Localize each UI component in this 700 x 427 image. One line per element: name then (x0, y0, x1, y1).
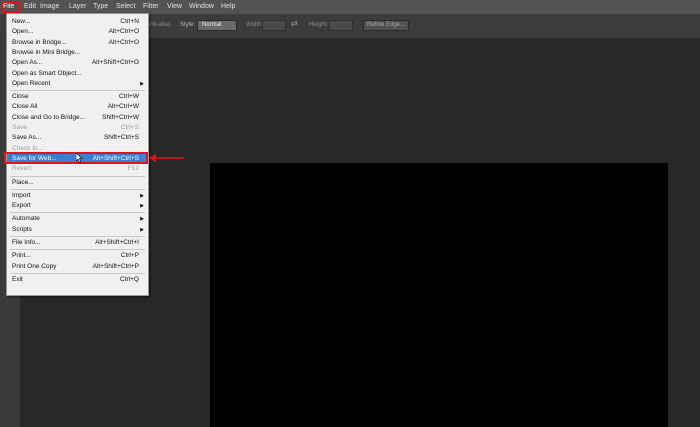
menu-item-automate[interactable]: Automate ▶ (7, 214, 148, 224)
height-label: Height: (309, 22, 329, 28)
menu-item-label: File Info... (12, 239, 41, 246)
submenu-arrow-icon: ▶ (140, 216, 144, 223)
menu-item-scripts[interactable]: Scripts ▶ (7, 225, 148, 235)
style-label: Style: (180, 22, 196, 28)
menu-item-save-as[interactable]: Save As... Shift+Ctrl+S (7, 133, 148, 143)
refine-edge-button[interactable]: Refine Edge... (363, 20, 409, 31)
style-value: Normal (202, 22, 222, 28)
menu-item-label: Close All (12, 103, 38, 111)
menu-item-file-info[interactable]: File Info... Alt+Shift+Ctrl+I (7, 238, 148, 248)
menu-item-shortcut: Alt+Shift+Ctrl+P (92, 262, 139, 270)
menu-item-label: Open As... (12, 59, 43, 67)
menu-item-label: Export (12, 202, 31, 210)
menu-item-label: Save As... (12, 134, 42, 142)
file-menu-annotation-box (1, 1, 20, 13)
annotation-arrow-icon (149, 153, 185, 165)
menu-item-import[interactable]: Import ▶ (7, 191, 148, 201)
menu-item-label: Revert (12, 165, 32, 173)
menu-item-label: Browse in Mini Bridge... (12, 48, 81, 56)
menu-item-label: Place... (12, 178, 34, 186)
menu-filter[interactable]: Filter (141, 0, 161, 14)
width-input[interactable] (262, 20, 286, 31)
menu-item-label: Open... (12, 28, 34, 36)
height-input[interactable] (329, 20, 353, 31)
menu-item-shortcut: Shift+Ctrl+W (102, 113, 139, 121)
menu-item-label: Scripts (12, 225, 32, 233)
menu-item-label: Open Recent (12, 79, 51, 87)
menu-item-label: Open as Smart Object... (12, 69, 82, 77)
menu-separator (10, 272, 145, 274)
menu-item-label: Close (12, 93, 29, 101)
menu-item-label: Automate (12, 215, 40, 223)
menu-separator (10, 236, 145, 237)
menu-item-shortcut: Shift+Ctrl+S (103, 134, 139, 142)
menu-separator (10, 90, 145, 92)
menu-item-shortcut: Alt+Shift+Ctrl+O (91, 59, 139, 67)
menu-item-close-and-go-to-bridge[interactable]: Close and Go to Bridge... Shift+Ctrl+W (7, 113, 148, 123)
menu-item-browse-in-bridge[interactable]: Browse in Bridge... Alt+Ctrl+O (7, 38, 148, 48)
menu-separator (10, 212, 145, 214)
menu-image[interactable]: Image (38, 0, 61, 14)
swap-icon[interactable]: ⇄ (291, 19, 298, 28)
menu-item-shortcut: Ctrl+P (120, 252, 139, 260)
menu-item-save[interactable]: Save Ctrl+S (7, 123, 148, 133)
menu-layer[interactable]: Layer (67, 0, 89, 14)
submenu-arrow-icon: ▶ (140, 226, 144, 233)
menu-separator (10, 249, 145, 251)
menu-item-shortcut: Alt+Ctrl+O (108, 28, 139, 36)
menu-item-revert[interactable]: Revert F12 (7, 164, 148, 174)
menu-item-open-as[interactable]: Open As... Alt+Shift+Ctrl+O (7, 58, 148, 68)
menu-item-close-all[interactable]: Close All Alt+Ctrl+W (7, 102, 148, 112)
menu-item-shortcut: Ctrl+W (118, 93, 139, 101)
menu-edit[interactable]: Edit (22, 0, 38, 14)
menu-item-label: New... (12, 18, 31, 25)
menu-item-new[interactable]: New... Ctrl+N (7, 17, 148, 27)
menu-item-place[interactable]: Place... (7, 178, 148, 188)
menu-item-open-recent[interactable]: Open Recent ▶ (7, 79, 148, 89)
menu-item-open-as-smart-object[interactable]: Open as Smart Object... (7, 69, 148, 79)
menu-item-close[interactable]: Close Ctrl+W (7, 92, 148, 102)
menu-select[interactable]: Select (114, 0, 137, 14)
submenu-arrow-icon: ▶ (140, 192, 144, 199)
menu-item-label: Browse in Bridge... (12, 38, 67, 46)
menu-item-shortcut: Alt+Ctrl+W (107, 103, 139, 111)
menu-item-label: Print One Copy (12, 262, 57, 270)
menu-item-shortcut: Ctrl+Q (120, 275, 139, 283)
menu-item-shortcut: Alt+Ctrl+O (108, 38, 139, 46)
menu-item-label: Close and Go to Bridge... (12, 113, 85, 121)
menu-item-export[interactable]: Export ▶ (7, 201, 148, 211)
menu-item-shortcut: Alt+Shift+Ctrl+I (95, 239, 139, 246)
menu-item-shortcut: Ctrl+S (120, 124, 139, 131)
menu-item-print-one-copy[interactable]: Print One Copy Alt+Shift+Ctrl+P (7, 262, 148, 272)
menu-help[interactable]: Help (219, 0, 237, 14)
submenu-arrow-icon: ▶ (140, 203, 144, 210)
menu-item-label: Import (12, 191, 31, 199)
menu-window[interactable]: Window (187, 0, 216, 14)
menu-item-shortcut: F12 (127, 165, 139, 173)
submenu-arrow-icon: ▶ (140, 80, 144, 87)
menu-item-print[interactable]: Print... Ctrl+P (7, 251, 148, 261)
menu-bar: File Edit Image Layer Type Select Filter View Wi… (0, 0, 700, 14)
antialias-checkbox-label[interactable]: Anti-alias (146, 22, 171, 28)
menu-item-label: Print... (12, 252, 31, 260)
document-canvas[interactable] (210, 163, 668, 427)
menu-separator (10, 175, 145, 177)
menu-item-exit[interactable]: Exit Ctrl+Q (7, 275, 148, 285)
menu-view[interactable]: View (165, 0, 184, 14)
style-dropdown[interactable]: Normal (197, 20, 237, 31)
menu-item-open[interactable]: Open... Alt+Ctrl+O (7, 27, 148, 37)
menu-item-label: Save (12, 124, 27, 131)
menu-item-shortcut: Ctrl+N (120, 18, 139, 25)
menu-separator (10, 188, 145, 190)
menu-item-browse-in-mini-bridge[interactable]: Browse in Mini Bridge... (7, 48, 148, 58)
menu-item-label: Exit (12, 275, 23, 283)
menu-type[interactable]: Type (91, 0, 110, 14)
width-label: Width: (246, 22, 264, 28)
mouse-cursor-icon (75, 152, 83, 165)
